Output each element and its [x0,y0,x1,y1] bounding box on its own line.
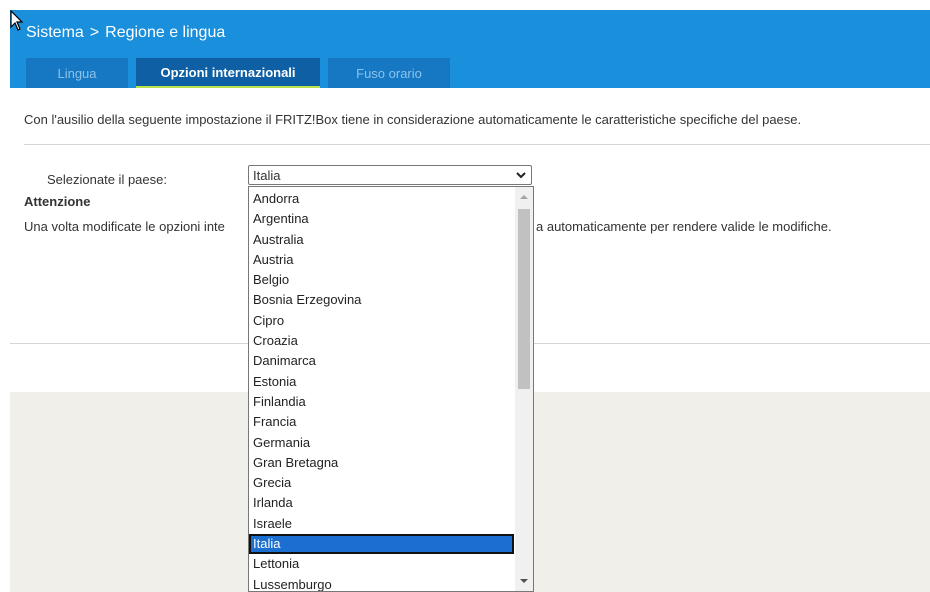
scroll-down-arrow-icon[interactable] [515,573,533,589]
tab-lingua[interactable]: Lingua [26,58,128,88]
country-option-austria[interactable]: Austria [249,250,514,270]
divider [24,144,930,145]
country-options: Andorra Argentina Australia Austria Belg… [249,189,514,591]
country-option-francia[interactable]: Francia [249,412,514,432]
warning-text: Una volta modificate le opzioni inte [24,219,225,234]
tab-opzioni-internazionali[interactable]: Opzioni internazionali [136,58,320,88]
country-option-finlandia[interactable]: Finlandia [249,392,514,412]
country-option-lussemburgo[interactable]: Lussemburgo [249,575,514,591]
mouse-pointer-icon [10,10,24,31]
header-bar: Sistema > Regione e lingua Lingua Opzion… [10,10,930,88]
country-option-estonia[interactable]: Estonia [249,372,514,392]
dropdown-scrollbar[interactable] [515,187,533,591]
warning-text-continued: a automaticamente per rendere valide le … [536,219,832,234]
country-select[interactable]: Italia [248,165,532,185]
warning-title: Attenzione [24,194,91,209]
country-option-gran-bretagna[interactable]: Gran Bretagna [249,453,514,473]
intro-text: Con l'ausilio della seguente impostazion… [24,112,802,127]
scroll-up-arrow-icon[interactable] [515,189,533,205]
country-option-bosnia-erzegovina[interactable]: Bosnia Erzegovina [249,290,514,310]
country-option-irlanda[interactable]: Irlanda [249,493,514,513]
country-dropdown-list[interactable]: Andorra Argentina Australia Austria Belg… [248,186,534,592]
scrollbar-thumb[interactable] [518,209,530,389]
breadcrumb-separator: > [89,24,100,41]
country-option-lettonia[interactable]: Lettonia [249,554,514,574]
country-option-andorra[interactable]: Andorra [249,189,514,209]
country-label: Selezionate il paese: [47,172,167,187]
country-option-argentina[interactable]: Argentina [249,209,514,229]
country-option-cipro[interactable]: Cipro [249,311,514,331]
breadcrumb: Sistema > Regione e lingua [26,24,225,42]
country-option-australia[interactable]: Australia [249,230,514,250]
country-option-italia[interactable]: Italia [249,534,514,555]
country-option-danimarca[interactable]: Danimarca [249,351,514,371]
country-option-germania[interactable]: Germania [249,433,514,453]
country-option-croazia[interactable]: Croazia [249,331,514,351]
country-option-grecia[interactable]: Grecia [249,473,514,493]
country-select-value: Italia [253,167,281,183]
country-option-israele[interactable]: Israele [249,514,514,534]
breadcrumb-page: Regione e lingua [105,24,226,41]
tab-fuso-orario[interactable]: Fuso orario [328,58,450,88]
country-option-belgio[interactable]: Belgio [249,270,514,290]
chevron-down-icon [516,172,526,179]
tab-bar: Lingua Opzioni internazionali Fuso orari… [26,58,450,88]
breadcrumb-section[interactable]: Sistema [26,24,84,42]
